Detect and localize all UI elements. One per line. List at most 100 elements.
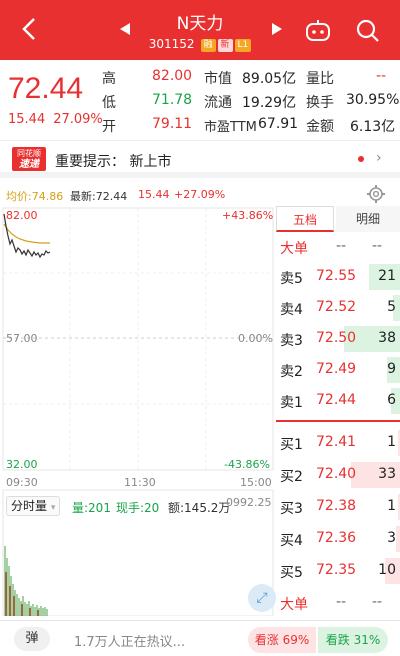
buy-level-label: 买5 (280, 565, 303, 581)
gear-icon[interactable] (366, 184, 386, 204)
buy-price: 72.41 (316, 434, 357, 450)
sell-row[interactable]: 卖2 72.49 9 (276, 355, 400, 385)
chart-canvas (2, 207, 274, 616)
sell-level-label: 卖3 (280, 333, 303, 349)
intraday-chart[interactable]: 82.00 +43.86% 57.00 0.00% 32.00 -43.86% … (0, 206, 276, 616)
buy-level-label: 买2 (280, 469, 303, 485)
order-book: 大单 -- -- 卖5 72.55 21 卖4 72.52 5 卖3 72.50 38 卖2 72.… (248, 232, 400, 618)
latest-price: 最新:72.44 (70, 190, 128, 203)
pe-label: 市盈TTM (204, 120, 257, 135)
avg-price: 均价:74.86 (6, 190, 64, 203)
bearish-button[interactable]: 看跌 31% (318, 627, 388, 653)
amount-label: 金额 (306, 119, 334, 135)
chart-top-price: 82.00 (6, 209, 38, 222)
big-order-label-2: 大单 (280, 597, 308, 613)
volume-indicator-select[interactable]: 分时量 ▾ (6, 496, 61, 516)
buy-price: 72.35 (316, 562, 357, 578)
buy-row[interactable]: 买2 72.40 33 (276, 460, 400, 490)
robot-assistant-icon[interactable] (305, 19, 331, 43)
high-label: 高 (102, 71, 116, 87)
sell-price: 72.52 (316, 299, 357, 315)
pe-value: 67.91 (258, 116, 299, 132)
buy-level-label: 买3 (280, 501, 303, 517)
bullish-button[interactable]: 看涨 69% (248, 627, 316, 653)
intraday-change: 15.44 (138, 188, 170, 201)
discussion-input[interactable]: 1.7万人正在热议... (74, 631, 185, 650)
intraday-percent: +27.09% (174, 188, 226, 201)
change-value: 15.44 (8, 112, 46, 127)
amount-volume: 额:145.2万 (168, 501, 231, 515)
sell-price: 72.50 (316, 330, 357, 346)
unread-dot (358, 156, 364, 162)
sell-volume: 21 (378, 268, 396, 284)
big-order-row-top: 大单 -- -- (276, 232, 400, 262)
buy-row[interactable]: 买1 72.41 1 (276, 428, 400, 458)
margin-tag: 融 (200, 39, 216, 52)
notice-bar[interactable]: 同花顺 速递 重要提示： 新上市 › (0, 140, 400, 178)
time-start: 09:30 (6, 476, 38, 489)
danmu-button[interactable]: 弹 (14, 627, 50, 651)
tab-level5[interactable]: 五档 (276, 206, 334, 232)
buy-row[interactable]: 买5 72.35 10 (276, 556, 400, 586)
stock-name: N天力 (176, 14, 224, 34)
buy-level-label: 买4 (280, 533, 303, 549)
orderbook-tabs: 五档 明细 (276, 206, 400, 232)
volume-value: 量:201 (72, 501, 111, 515)
float-value: 19.29亿 (242, 95, 297, 111)
low-value: 71.78 (152, 92, 193, 108)
sell-volume: 9 (387, 361, 396, 377)
time-end: 15:00 (240, 476, 272, 489)
buy-price: 72.40 (316, 466, 357, 482)
big-order2-value-a: -- (336, 594, 347, 610)
price-change: 15.44 27.09% (8, 112, 111, 127)
sell-volume: 38 (378, 330, 396, 346)
change-percent: 27.09% (53, 112, 103, 127)
buy-volume: 10 (378, 562, 396, 578)
tab-detail[interactable]: 明细 (336, 206, 400, 232)
ths-express-logo: 同花顺 速递 (12, 147, 46, 171)
volume-bars (4, 546, 48, 616)
mktcap-value: 89.05亿 (242, 71, 297, 87)
next-stock-icon[interactable] (272, 23, 282, 35)
sell-row[interactable]: 卖4 72.52 5 (276, 293, 400, 323)
hand-value: 现手:20 (116, 501, 160, 515)
dropdown-triangle-icon: ▾ (50, 503, 56, 513)
buy-volume-bar (395, 526, 400, 552)
buy-level-label: 买1 (280, 437, 303, 453)
quote-panel: 72.44 15.44 27.09% 高 82.00 低 71.78 开 79.1… (0, 60, 400, 140)
chart-top-pct: +43.86% (222, 209, 274, 222)
amount-value: 6.13亿 (350, 119, 396, 135)
new-tag: 新 (217, 39, 233, 52)
volratio-label: 量比 (306, 71, 334, 87)
sell-row[interactable]: 卖5 72.55 21 (276, 262, 400, 292)
high-value: 82.00 (152, 68, 193, 84)
sell-volume: 6 (387, 392, 396, 408)
open-value: 79.11 (152, 116, 193, 132)
expand-icon[interactable]: ⤢ (248, 584, 276, 612)
sell-row[interactable]: 卖1 72.44 6 (276, 386, 400, 416)
buy-row[interactable]: 买4 72.36 3 (276, 524, 400, 554)
turnover-label: 换手 (306, 95, 334, 111)
float-label: 流通 (204, 95, 232, 111)
sell-level-label: 卖2 (280, 364, 303, 380)
notice-text: 重要提示： 新上市 (55, 154, 172, 170)
sell-level-label: 卖4 (280, 302, 303, 318)
sell-price: 72.44 (316, 392, 357, 408)
bottom-bar: 弹 1.7万人正在热议... 看涨 69% 看跌 31% (0, 620, 400, 656)
volume-max: 0992.25 (226, 496, 272, 509)
sell-price: 72.49 (316, 361, 357, 377)
sell-level-label: 卖1 (280, 395, 303, 411)
intraday-info-bar: 均价:74.86 最新:72.44 15.44 +27.09% (0, 184, 400, 206)
volratio-value: -- (376, 68, 387, 84)
chevron-right-icon[interactable]: › (376, 150, 382, 166)
search-icon[interactable] (355, 18, 381, 44)
sell-row[interactable]: 卖3 72.50 38 (276, 324, 400, 354)
buy-row[interactable]: 买3 72.38 1 (276, 492, 400, 522)
time-mid: 11:30 (124, 476, 156, 489)
buy-volume: 1 (387, 498, 396, 514)
sell-price: 72.55 (316, 268, 357, 284)
avg-price-line (3, 223, 50, 244)
big-order-row-bottom: 大单 -- -- (276, 588, 400, 618)
big-order-label: 大单 (280, 241, 308, 257)
open-label: 开 (102, 119, 116, 135)
